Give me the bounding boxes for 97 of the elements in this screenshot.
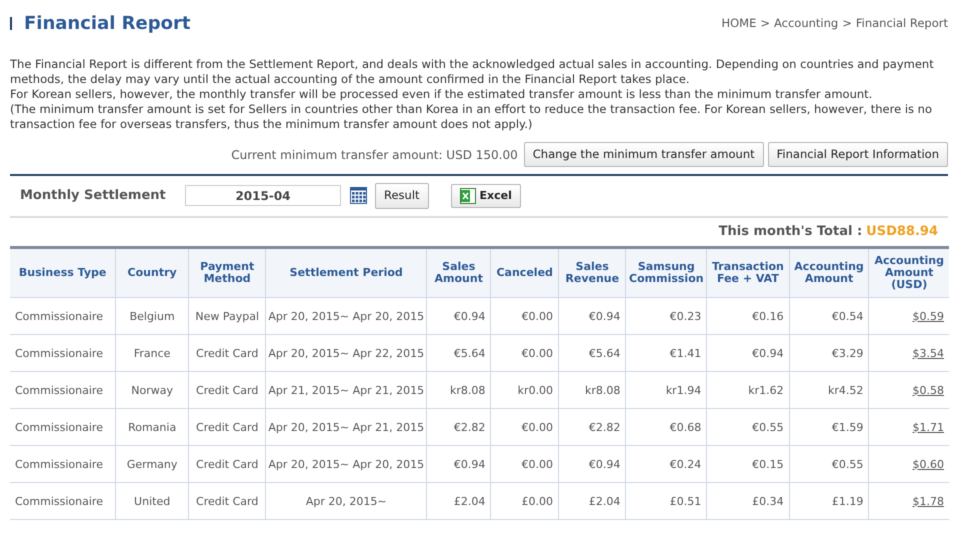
table-cell: €0.23 [626, 298, 707, 334]
column-header: Samsung Commission [626, 248, 707, 298]
table-cell: €0.94 [706, 334, 790, 372]
table-cell: Norway [116, 372, 189, 408]
usd-amount-link[interactable]: $0.58 [912, 384, 944, 396]
month-field[interactable]: 2015-04 [185, 185, 341, 206]
table-cell: £1.19 [789, 482, 869, 520]
usd-amount-link[interactable]: $1.71 [912, 420, 944, 434]
table-cell: €0.55 [789, 446, 869, 482]
intro-paragraph: For Korean sellers, however, the monthly transfer will be processed even if the estimated transfer amount is less than the minimum transfer amount. [10, 87, 874, 102]
table-cell: €1.41 [626, 334, 707, 372]
table-cell: Apr 20, 2015~ [266, 482, 427, 520]
table-cell: kr8.08 [426, 372, 491, 408]
table-cell: €0.68 [626, 408, 707, 446]
table-cell: £0.00 [490, 482, 559, 520]
table-cell: Commissionaire [10, 334, 116, 372]
table-cell: €5.64 [558, 334, 626, 372]
table-cell: kr0.00 [490, 372, 559, 408]
column-header: Settlement Period [266, 248, 427, 298]
breadcrumb-item[interactable]: Financial Report [856, 14, 948, 32]
action-button[interactable]: Change the minimum transfer amount [524, 142, 764, 168]
table-cell: €2.82 [426, 408, 491, 446]
table-cell: kr1.62 [706, 372, 790, 408]
column-header: Accounting Amount (USD) [868, 248, 949, 298]
table-cell: €0.94 [426, 298, 491, 334]
table-cell: Apr 20, 2015~ Apr 22, 2015 [266, 334, 427, 372]
table-cell: Credit Card [188, 482, 266, 520]
table-cell: Credit Card [188, 372, 266, 408]
table-cell: Credit Card [188, 334, 266, 372]
table-cell: Apr 21, 2015~ Apr 21, 2015 [266, 372, 427, 408]
table-cell: €0.00 [490, 408, 559, 446]
table-cell: €0.55 [706, 408, 790, 446]
table-cell: kr8.08 [558, 372, 626, 408]
column-header: Business Type [10, 248, 116, 298]
table-cell: €0.00 [490, 298, 559, 334]
table-cell: Commissionaire [10, 298, 116, 334]
table-cell: €0.94 [558, 446, 626, 482]
filter-label: Monthly Settlement [20, 187, 167, 206]
table-cell: €0.94 [558, 298, 626, 334]
calendar-icon[interactable] [350, 187, 367, 204]
breadcrumb-separator: > [842, 14, 852, 32]
usd-amount-link[interactable]: $3.54 [912, 346, 944, 360]
spreadsheet-icon [460, 188, 476, 204]
table-cell: Germany [116, 446, 189, 482]
table-cell: Apr 20, 2015~ Apr 20, 2015 [266, 298, 427, 334]
table-cell: £2.04 [426, 482, 491, 520]
table-cell: €0.15 [706, 446, 790, 482]
column-header: Accounting Amount [789, 248, 869, 298]
intro-paragraph: (The minimum transfer amount is set for Sellers in countries other than Korea in an effort to reduce the transaction fee. For Korean sellers, however, there is no transaction fee for overseas transfers, thus the minimum transfer amount does not apply.) [10, 102, 933, 132]
table-cell: Apr 20, 2015~ Apr 21, 2015 [266, 408, 427, 446]
table-cell: Commissionaire [10, 446, 116, 482]
breadcrumb-separator: > [760, 14, 770, 32]
column-header: Sales Amount [426, 248, 491, 298]
usd-amount-link[interactable]: $0.59 [912, 310, 944, 322]
table-cell: €2.82 [558, 408, 626, 446]
table-cell: €0.94 [426, 446, 491, 482]
table-cell: €0.24 [626, 446, 707, 482]
column-header: Canceled [490, 248, 559, 298]
table-cell: kr1.94 [626, 372, 707, 408]
column-header: Transaction Fee + VAT [706, 248, 790, 298]
table-cell: €0.00 [490, 334, 559, 372]
usd-amount-link[interactable]: $1.78 [912, 494, 944, 508]
table-cell: Belgium [116, 298, 189, 334]
table-cell: €0.54 [789, 298, 869, 334]
table-cell: Apr 20, 2015~ Apr 20, 2015 [266, 446, 427, 482]
table-cell: Commissionaire [10, 482, 116, 520]
table-cell: France [116, 334, 189, 372]
table-cell: Commissionaire [10, 372, 116, 408]
table-cell: €5.64 [426, 334, 491, 372]
usd-amount-link[interactable]: $0.60 [912, 458, 944, 470]
column-header: Sales Revenue [558, 248, 626, 298]
table-cell: United [116, 482, 189, 520]
table-cell: Romania [116, 408, 189, 446]
table-cell: €3.29 [789, 334, 869, 372]
table-cell: Credit Card [188, 446, 266, 482]
table-cell: kr4.52 [789, 372, 869, 408]
column-header: Payment Method [188, 248, 266, 298]
minimum-transfer-text: Current minimum transfer amount: USD 150.00 [231, 146, 518, 164]
table-cell: £0.51 [626, 482, 707, 520]
excel-button[interactable]: Excel [450, 184, 521, 208]
result-button[interactable]: Result [375, 183, 429, 208]
total-label: This month's Total : [718, 222, 862, 240]
table-cell: New Paypal [188, 298, 266, 334]
table-cell: €1.59 [789, 408, 869, 446]
table-cell: Commissionaire [10, 408, 116, 446]
table-cell: £0.34 [706, 482, 790, 520]
intro-paragraph: The Financial Report is different from the Settlement Report, and deals with the acknowledged actual sales in accounting. Depending on countries and payment methods, the delay may vary until the actual accounting of the amount confirmed in the Financial Report takes place. [10, 57, 935, 87]
table-cell: £2.04 [558, 482, 626, 520]
table-cell: €0.16 [706, 298, 790, 334]
total-value: USD88.94 [866, 222, 938, 240]
breadcrumb-item[interactable]: Accounting [774, 14, 838, 32]
table-cell: €0.00 [490, 446, 559, 482]
table-cell: Credit Card [188, 408, 266, 446]
page-title: Financial Report [24, 12, 190, 36]
action-button[interactable]: Financial Report Information [768, 142, 948, 168]
breadcrumb-item[interactable]: HOME [721, 14, 756, 32]
column-header: Country [116, 248, 189, 298]
